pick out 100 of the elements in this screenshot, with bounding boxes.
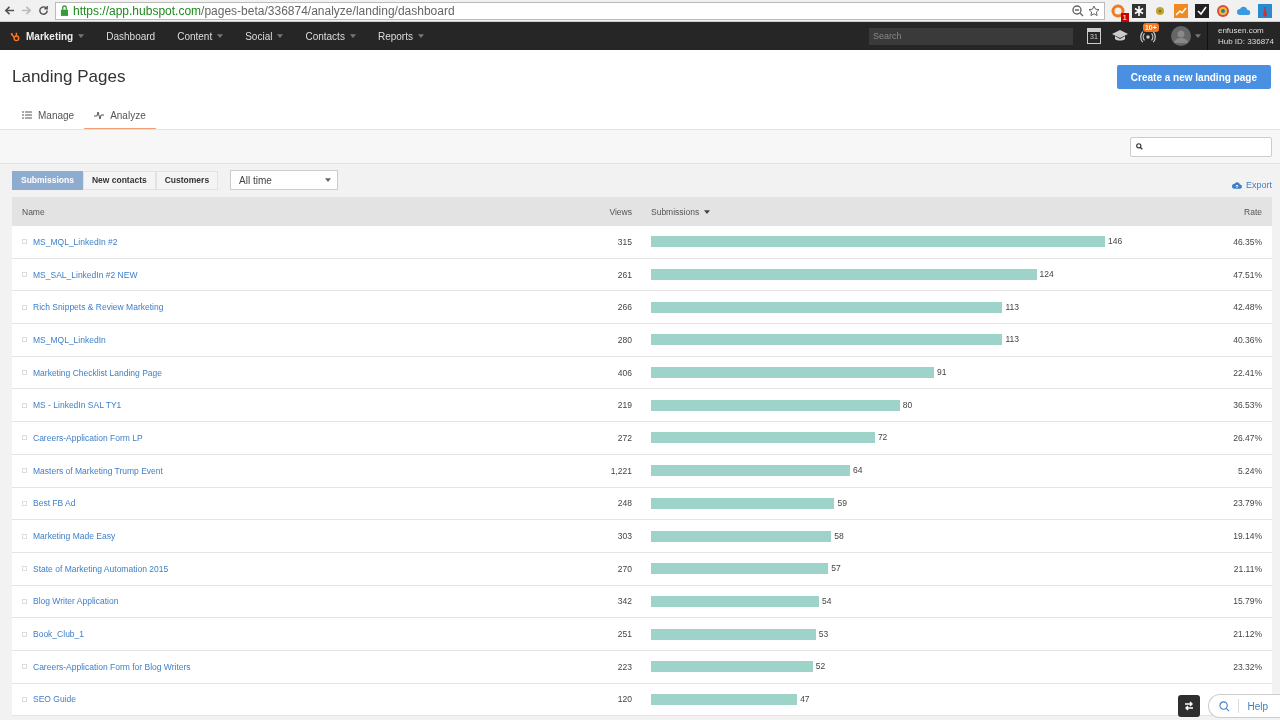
swap-icon xyxy=(1184,701,1195,711)
nav-item[interactable]: Dashboard xyxy=(95,22,167,50)
page-link[interactable]: Best FB Ad xyxy=(33,498,76,509)
asterisk-icon[interactable] xyxy=(1132,3,1146,18)
column-header[interactable]: Rate xyxy=(1211,206,1272,217)
search-field[interactable]: Search xyxy=(868,27,1073,45)
page-link[interactable]: Careers-Application Form for Blog Writers xyxy=(33,661,191,672)
table-cell: 52 xyxy=(815,661,826,673)
chart-icon[interactable] xyxy=(1174,3,1188,18)
page-link[interactable]: MS_SAL_LinkedIn #2 NEW xyxy=(33,269,138,280)
page-link[interactable]: Marketing Made Easy xyxy=(33,531,116,542)
address-bar[interactable]: https://app.hubspot.com/pages-beta/336874/analyze/landing/dashboard xyxy=(55,1,1105,20)
avatar-icon[interactable] xyxy=(1170,26,1191,46)
page-link[interactable]: SEO Guide xyxy=(33,694,76,705)
tab[interactable]: Analyze xyxy=(84,102,156,129)
metric-button[interactable]: Customers xyxy=(155,170,219,190)
table-cell: 46.35% xyxy=(1233,236,1262,247)
page-link[interactable]: Book_Club_1 xyxy=(33,629,85,640)
table-cell: 146 xyxy=(1108,236,1123,248)
nav-item[interactable]: Marketing xyxy=(8,22,96,50)
list-icon xyxy=(22,111,32,119)
table-cell: 23.79% xyxy=(1233,498,1262,509)
star-icon[interactable] xyxy=(1088,4,1100,17)
page-link[interactable]: Careers-Application Form LP xyxy=(33,432,143,443)
page-link[interactable]: MS - LinkedIn SAL TY1 xyxy=(33,400,122,411)
drag-handle-icon[interactable] xyxy=(22,272,27,278)
table-cell-text: 219 xyxy=(616,400,632,411)
table-cell: 40.36% xyxy=(1233,334,1262,345)
swap-button[interactable] xyxy=(1178,695,1201,717)
table-cell: 22.41% xyxy=(1233,367,1262,378)
ring-icon[interactable] xyxy=(1111,3,1125,18)
page-link[interactable]: MS_MQL_LinkedIn #2 xyxy=(33,236,118,247)
range-dropdown[interactable]: All time xyxy=(230,170,339,190)
table-cell: 42.48% xyxy=(1233,302,1262,313)
drag-handle-icon[interactable] xyxy=(22,435,27,441)
table-cell: 47 xyxy=(800,693,810,705)
search-icon xyxy=(1136,142,1143,150)
drag-handle-icon[interactable] xyxy=(22,337,27,343)
drag-handle-icon[interactable] xyxy=(22,500,27,506)
account-name: enfusen.com xyxy=(1217,25,1265,36)
drag-handle-icon[interactable] xyxy=(22,533,27,539)
table-cell: 113 xyxy=(1005,334,1019,346)
caret-icon[interactable] xyxy=(1194,34,1201,38)
extension-badge: 1 xyxy=(1120,12,1129,22)
nav-item[interactable]: Contacts xyxy=(294,22,367,50)
page-link[interactable]: State of Marketing Automation 2015 xyxy=(33,563,169,574)
back-icon[interactable] xyxy=(4,5,15,16)
graduation-cap-icon[interactable] xyxy=(1110,29,1129,43)
drag-handle-icon[interactable] xyxy=(22,696,27,702)
column-header[interactable]: Views xyxy=(552,206,632,217)
create-button[interactable]: Create a new landing page xyxy=(1116,65,1271,89)
table-cell-text: 261 xyxy=(616,269,632,280)
metric-button[interactable]: New contacts xyxy=(82,170,156,190)
page-link[interactable]: MS_MQL_LinkedIn xyxy=(33,334,106,345)
table-cell: 47.51% xyxy=(1233,269,1262,280)
drag-handle-icon[interactable] xyxy=(22,304,27,310)
sprocket-icon xyxy=(10,30,21,42)
table-cell: 21.11% xyxy=(1233,563,1262,574)
metric-button[interactable]: Submissions xyxy=(12,170,83,190)
caret-icon xyxy=(349,34,356,38)
table-cell-text: 303 xyxy=(616,531,632,542)
page-link[interactable]: Blog Writer Application xyxy=(33,596,119,607)
table-cell-text: 315 xyxy=(616,236,632,247)
nav-item[interactable]: Content xyxy=(166,22,235,50)
table-cell: 36.53% xyxy=(1233,400,1262,411)
column-header[interactable]: Name xyxy=(12,206,552,217)
column-header[interactable]: Submissions xyxy=(651,206,1211,217)
page-link[interactable]: Marketing Checklist Landing Page xyxy=(33,367,162,378)
page-link[interactable]: Rich Snippets & Review Marketing xyxy=(33,302,164,313)
export-link[interactable]: Export xyxy=(1232,180,1272,190)
help-button[interactable]: Help xyxy=(1208,694,1280,718)
cloud-upload-icon xyxy=(1232,181,1242,189)
reload-icon[interactable] xyxy=(38,5,49,16)
target-icon[interactable] xyxy=(1216,3,1230,18)
table-cell: 113 xyxy=(1005,301,1019,313)
drag-handle-icon[interactable] xyxy=(22,370,27,376)
drag-handle-icon[interactable] xyxy=(22,664,27,670)
drag-handle-icon[interactable] xyxy=(22,239,27,245)
drag-handle-icon[interactable] xyxy=(22,598,27,604)
page-title: Landing Pages xyxy=(12,67,127,87)
forward-icon[interactable] xyxy=(21,5,32,16)
search-field[interactable] xyxy=(1130,136,1272,157)
page-link[interactable]: Masters of Marketing Trump Event xyxy=(33,465,163,476)
tie-icon[interactable] xyxy=(1258,3,1272,18)
drag-handle-icon[interactable] xyxy=(22,468,27,474)
drag-handle-icon[interactable] xyxy=(22,631,27,637)
table-cell-text: 251 xyxy=(616,629,632,640)
zoom-icon[interactable] xyxy=(1072,4,1084,17)
drag-handle-icon[interactable] xyxy=(22,402,27,408)
nav-item[interactable]: Reports xyxy=(366,22,435,50)
table-cell: 54 xyxy=(821,595,832,607)
drag-handle-icon[interactable] xyxy=(22,566,27,572)
caret-icon xyxy=(78,34,85,38)
tab[interactable]: Manage xyxy=(12,102,85,129)
checkmark-icon[interactable] xyxy=(1195,3,1209,18)
table-cell: 59 xyxy=(837,497,847,509)
nav-item[interactable]: Social xyxy=(234,22,295,50)
table-cell-text: 270 xyxy=(616,563,632,574)
table-cell-text: 248 xyxy=(616,498,632,509)
broadcast-icon[interactable] xyxy=(1138,29,1157,43)
